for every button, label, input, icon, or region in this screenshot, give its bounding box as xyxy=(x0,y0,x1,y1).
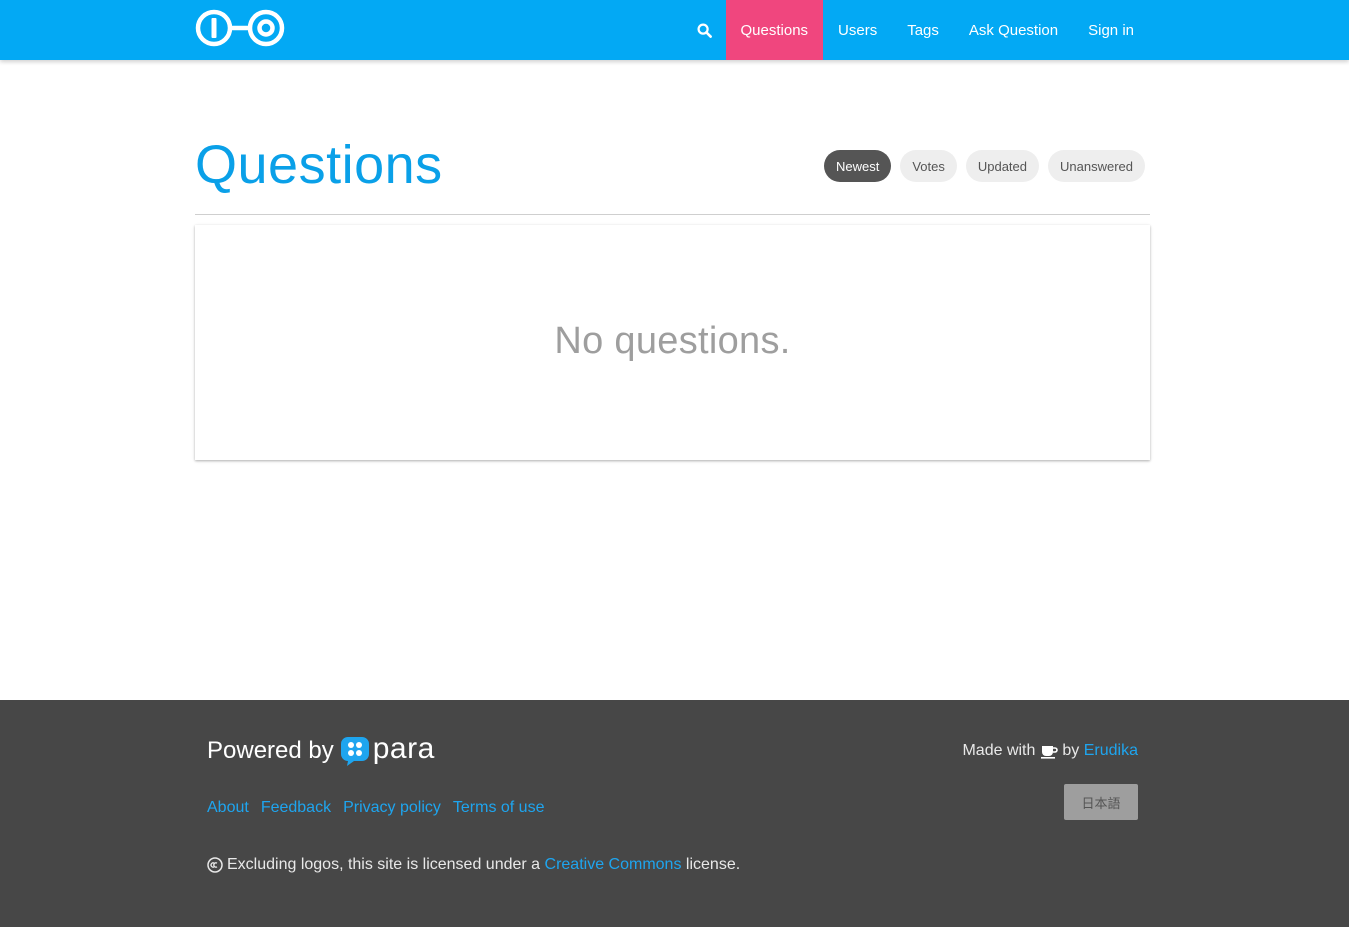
license-prefix: Excluding logos, this site is licensed u… xyxy=(227,856,541,873)
para-logo[interactable]: para xyxy=(340,732,435,767)
made-by-label: by xyxy=(1062,742,1080,759)
nav-questions[interactable]: Questions xyxy=(725,0,824,60)
footer: Powered by para About Feedback Privacy p… xyxy=(0,700,1349,927)
top-navbar: Questions Users Tags Ask Question Sign i… xyxy=(0,0,1349,60)
nav-ask-question[interactable]: Ask Question xyxy=(954,0,1073,60)
nav-users[interactable]: Users xyxy=(823,0,892,60)
powered-by: Powered by para xyxy=(207,732,435,767)
creative-commons-icon xyxy=(207,857,223,873)
made-with: Made with by Erudika xyxy=(962,742,1138,760)
erudika-link[interactable]: Erudika xyxy=(1084,742,1138,760)
language-button[interactable]: 日本語 xyxy=(1064,784,1138,820)
footer-links: About Feedback Privacy policy Terms of u… xyxy=(207,799,544,817)
nav-menu: Questions Users Tags Ask Question Sign i… xyxy=(683,0,1150,60)
questions-list-card: No questions. xyxy=(195,225,1150,460)
para-wordmark: para xyxy=(372,732,435,765)
search-button[interactable] xyxy=(683,0,726,60)
para-icon xyxy=(340,737,369,766)
footer-link-terms-of-use[interactable]: Terms of use xyxy=(453,799,545,817)
search-icon xyxy=(696,22,712,38)
sort-newest-button[interactable]: Newest xyxy=(823,150,892,182)
footer-link-privacy-policy[interactable]: Privacy policy xyxy=(343,799,441,817)
powered-by-label: Powered by xyxy=(207,737,334,764)
footer-link-about[interactable]: About xyxy=(207,799,249,817)
sort-unanswered-button[interactable]: Unanswered xyxy=(1048,150,1145,182)
site-logo[interactable] xyxy=(195,9,287,49)
footer-link-feedback[interactable]: Feedback xyxy=(261,799,331,817)
title-divider xyxy=(195,214,1150,215)
coffee-icon xyxy=(1041,746,1059,759)
nav-sign-in[interactable]: Sign in xyxy=(1073,0,1149,60)
nav-tags[interactable]: Tags xyxy=(892,0,954,60)
empty-state-message: No questions. xyxy=(554,320,791,362)
creative-commons-link[interactable]: Creative Commons xyxy=(545,856,682,874)
sort-updated-button[interactable]: Updated xyxy=(965,150,1039,182)
license-suffix: license. xyxy=(685,856,741,873)
license-notice: Excluding logos, this site is licensed u… xyxy=(207,856,740,874)
made-with-label: Made with xyxy=(962,742,1036,759)
sort-tabs: Newest Votes Updated Unanswered xyxy=(823,150,1145,182)
page-title: Questions xyxy=(195,135,443,195)
sort-votes-button[interactable]: Votes xyxy=(900,150,957,182)
